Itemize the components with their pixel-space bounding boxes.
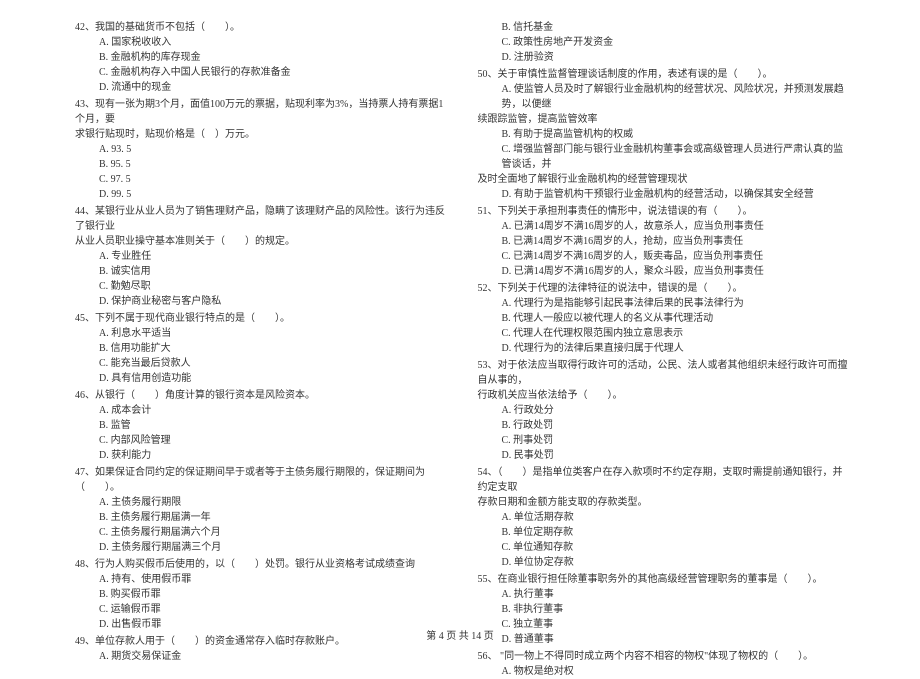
option-c: C. 97. 5	[75, 172, 448, 187]
question-54: 54、（ ）是指单位类客户在存入款项时不约定存期，支取时需提前通知银行，并约定支…	[478, 465, 851, 570]
page-content: 42、我国的基础货币不包括（ ）。 A. 国家税收收入 B. 金融机构的库存现金…	[0, 0, 920, 620]
option-c: C. 能充当最后贷款人	[75, 356, 448, 371]
question-stem: 53、对于依法应当取得行政许可的活动，公民、法人或者其他组织未经行政许可而擅自从…	[478, 358, 851, 388]
option-c: C. 代理人在代理权限范围内独立意思表示	[478, 326, 851, 341]
question-stem: 46、从银行（ ）角度计算的银行资本是风险资本。	[75, 388, 448, 403]
question-stem-cont: 求银行贴现时，贴现价格是（ ）万元。	[75, 127, 448, 142]
question-stem: 47、如果保证合同约定的保证期间早于或者等于主债务履行期限的，保证期间为（ ）。	[75, 465, 448, 495]
option-c: C. 刑事处罚	[478, 433, 851, 448]
question-stem: 52、下列关于代理的法律特征的说法中，错误的是（ ）。	[478, 281, 851, 296]
option-d: D. 代理行为的法律后果直接归属于代理人	[478, 341, 851, 356]
option-d: D. 99. 5	[75, 187, 448, 202]
option-b: B. 金融机构的库存现金	[75, 50, 448, 65]
option-d: D. 保护商业秘密与客户隐私	[75, 294, 448, 309]
question-45: 45、下列不属于现代商业银行特点的是（ ）。 A. 利息水平适当 B. 信用功能…	[75, 311, 448, 386]
question-stem: 43、现有一张为期3个月，面值100万元的票据，贴现利率为3%，当持票人持有票据…	[75, 97, 448, 127]
question-44: 44、某银行业从业人员为了销售理财产品，隐瞒了该理财产品的风险性。该行为违反了银…	[75, 204, 448, 309]
option-d: D. 单位协定存款	[478, 555, 851, 570]
question-52: 52、下列关于代理的法律特征的说法中，错误的是（ ）。 A. 代理行为是指能够引…	[478, 281, 851, 356]
option-b: B. 非执行董事	[478, 602, 851, 617]
option-d: D. 已满14周岁不满16周岁的人，聚众斗殴，应当负刑事责任	[478, 264, 851, 279]
option-d: D. 获利能力	[75, 448, 448, 463]
option-b: B. 单位定期存款	[478, 525, 851, 540]
option-a: A. 物权是绝对权	[478, 664, 851, 679]
option-a: A. 期货交易保证金	[75, 649, 448, 664]
option-b: B. 购买假币罪	[75, 587, 448, 602]
question-stem: 54、（ ）是指单位类客户在存入款项时不约定存期，支取时需提前通知银行，并约定支…	[478, 465, 851, 495]
right-column: B. 信托基金 C. 政策性房地产开发资金 D. 注册验资 50、关于审慎性监督…	[468, 20, 861, 590]
left-column: 42、我国的基础货币不包括（ ）。 A. 国家税收收入 B. 金融机构的库存现金…	[75, 20, 468, 590]
question-stem-cont: 从业人员职业操守基本准则关于（ ）的规定。	[75, 234, 448, 249]
question-49-cont: B. 信托基金 C. 政策性房地产开发资金 D. 注册验资	[478, 20, 851, 65]
question-56: 56、 "同一物上不得同时成立两个内容不相容的物权"体现了物权的（ ）。 A. …	[478, 649, 851, 679]
question-43: 43、现有一张为期3个月，面值100万元的票据，贴现利率为3%，当持票人持有票据…	[75, 97, 448, 202]
option-a: A. 主债务履行期限	[75, 495, 448, 510]
option-a: A. 行政处分	[478, 403, 851, 418]
option-d: D. 有助于监管机构干预银行业金融机构的经营活动，以确保其安全经营	[478, 187, 851, 202]
option-a: A. 93. 5	[75, 142, 448, 157]
option-d: D. 注册验资	[478, 50, 851, 65]
option-c-cont: 及时全面地了解银行业金融机构的经营管理现状	[478, 172, 851, 187]
option-a: A. 持有、使用假币罪	[75, 572, 448, 587]
question-stem: 44、某银行业从业人员为了销售理财产品，隐瞒了该理财产品的风险性。该行为违反了银…	[75, 204, 448, 234]
option-c: C. 勤勉尽职	[75, 279, 448, 294]
option-a: A. 单位活期存款	[478, 510, 851, 525]
question-46: 46、从银行（ ）角度计算的银行资本是风险资本。 A. 成本会计 B. 监管 C…	[75, 388, 448, 463]
option-b: B. 95. 5	[75, 157, 448, 172]
option-c: C. 内部风险管理	[75, 433, 448, 448]
option-d: D. 民事处罚	[478, 448, 851, 463]
question-stem-cont: 行政机关应当依法给予（ ）。	[478, 388, 851, 403]
option-b: B. 已满14周岁不满16周岁的人，抢劫，应当负刑事责任	[478, 234, 851, 249]
option-a: A. 成本会计	[75, 403, 448, 418]
option-c: C. 主债务履行期届满六个月	[75, 525, 448, 540]
option-d: D. 具有信用创造功能	[75, 371, 448, 386]
option-a: A. 已满14周岁不满16周岁的人，故意杀人，应当负刑事责任	[478, 219, 851, 234]
question-53: 53、对于依法应当取得行政许可的活动，公民、法人或者其他组织未经行政许可而擅自从…	[478, 358, 851, 463]
option-c: C. 金融机构存入中国人民银行的存款准备金	[75, 65, 448, 80]
question-stem: 42、我国的基础货币不包括（ ）。	[75, 20, 448, 35]
option-b: B. 有助于提高监管机构的权威	[478, 127, 851, 142]
option-b: B. 行政处罚	[478, 418, 851, 433]
question-51: 51、下列关于承担刑事责任的情形中，说法错误的有（ ）。 A. 已满14周岁不满…	[478, 204, 851, 279]
question-47: 47、如果保证合同约定的保证期间早于或者等于主债务履行期限的，保证期间为（ ）。…	[75, 465, 448, 555]
question-stem: 56、 "同一物上不得同时成立两个内容不相容的物权"体现了物权的（ ）。	[478, 649, 851, 664]
question-stem: 50、关于审慎性监督管理谈话制度的作用，表述有误的是（ ）。	[478, 67, 851, 82]
option-c: C. 单位通知存款	[478, 540, 851, 555]
option-a: A. 国家税收收入	[75, 35, 448, 50]
question-stem: 51、下列关于承担刑事责任的情形中，说法错误的有（ ）。	[478, 204, 851, 219]
option-d: D. 主债务履行期届满三个月	[75, 540, 448, 555]
question-42: 42、我国的基础货币不包括（ ）。 A. 国家税收收入 B. 金融机构的库存现金…	[75, 20, 448, 95]
option-b: B. 诚实信用	[75, 264, 448, 279]
option-b: B. 主债务履行期届满一年	[75, 510, 448, 525]
option-a: A. 代理行为是指能够引起民事法律后果的民事法律行为	[478, 296, 851, 311]
question-48: 48、行为人购买假币后使用的，以（ ）处罚。银行从业资格考试成绩查询 A. 持有…	[75, 557, 448, 632]
option-b: B. 信托基金	[478, 20, 851, 35]
option-c: C. 运输假币罪	[75, 602, 448, 617]
page-footer: 第 4 页 共 14 页	[0, 627, 920, 642]
question-stem-cont: 存款日期和金额方能支取的存款类型。	[478, 495, 851, 510]
question-stem: 45、下列不属于现代商业银行特点的是（ ）。	[75, 311, 448, 326]
option-a: A. 利息水平适当	[75, 326, 448, 341]
option-b: B. 监管	[75, 418, 448, 433]
question-stem: 48、行为人购买假币后使用的，以（ ）处罚。银行从业资格考试成绩查询	[75, 557, 448, 572]
option-a: A. 专业胜任	[75, 249, 448, 264]
option-d: D. 流通中的现金	[75, 80, 448, 95]
option-b: B. 代理人一般应以被代理人的名义从事代理活动	[478, 311, 851, 326]
option-a-cont: 续跟踪监管，提高监管效率	[478, 112, 851, 127]
option-a: A. 执行董事	[478, 587, 851, 602]
question-50: 50、关于审慎性监督管理谈话制度的作用，表述有误的是（ ）。 A. 使监管人员及…	[478, 67, 851, 202]
option-c: C. 政策性房地产开发资金	[478, 35, 851, 50]
option-c: C. 增强监督部门能与银行业金融机构董事会或高级管理人员进行严肃认真的监管谈话，…	[478, 142, 851, 172]
option-a: A. 使监管人员及时了解银行业金融机构的经营状况、风险状况，并预测发展趋势，以便…	[478, 82, 851, 112]
option-b: B. 信用功能扩大	[75, 341, 448, 356]
option-c: C. 已满14周岁不满16周岁的人，贩卖毒品，应当负刑事责任	[478, 249, 851, 264]
question-stem: 55、在商业银行担任除董事职务外的其他高级经营管理职务的董事是（ ）。	[478, 572, 851, 587]
